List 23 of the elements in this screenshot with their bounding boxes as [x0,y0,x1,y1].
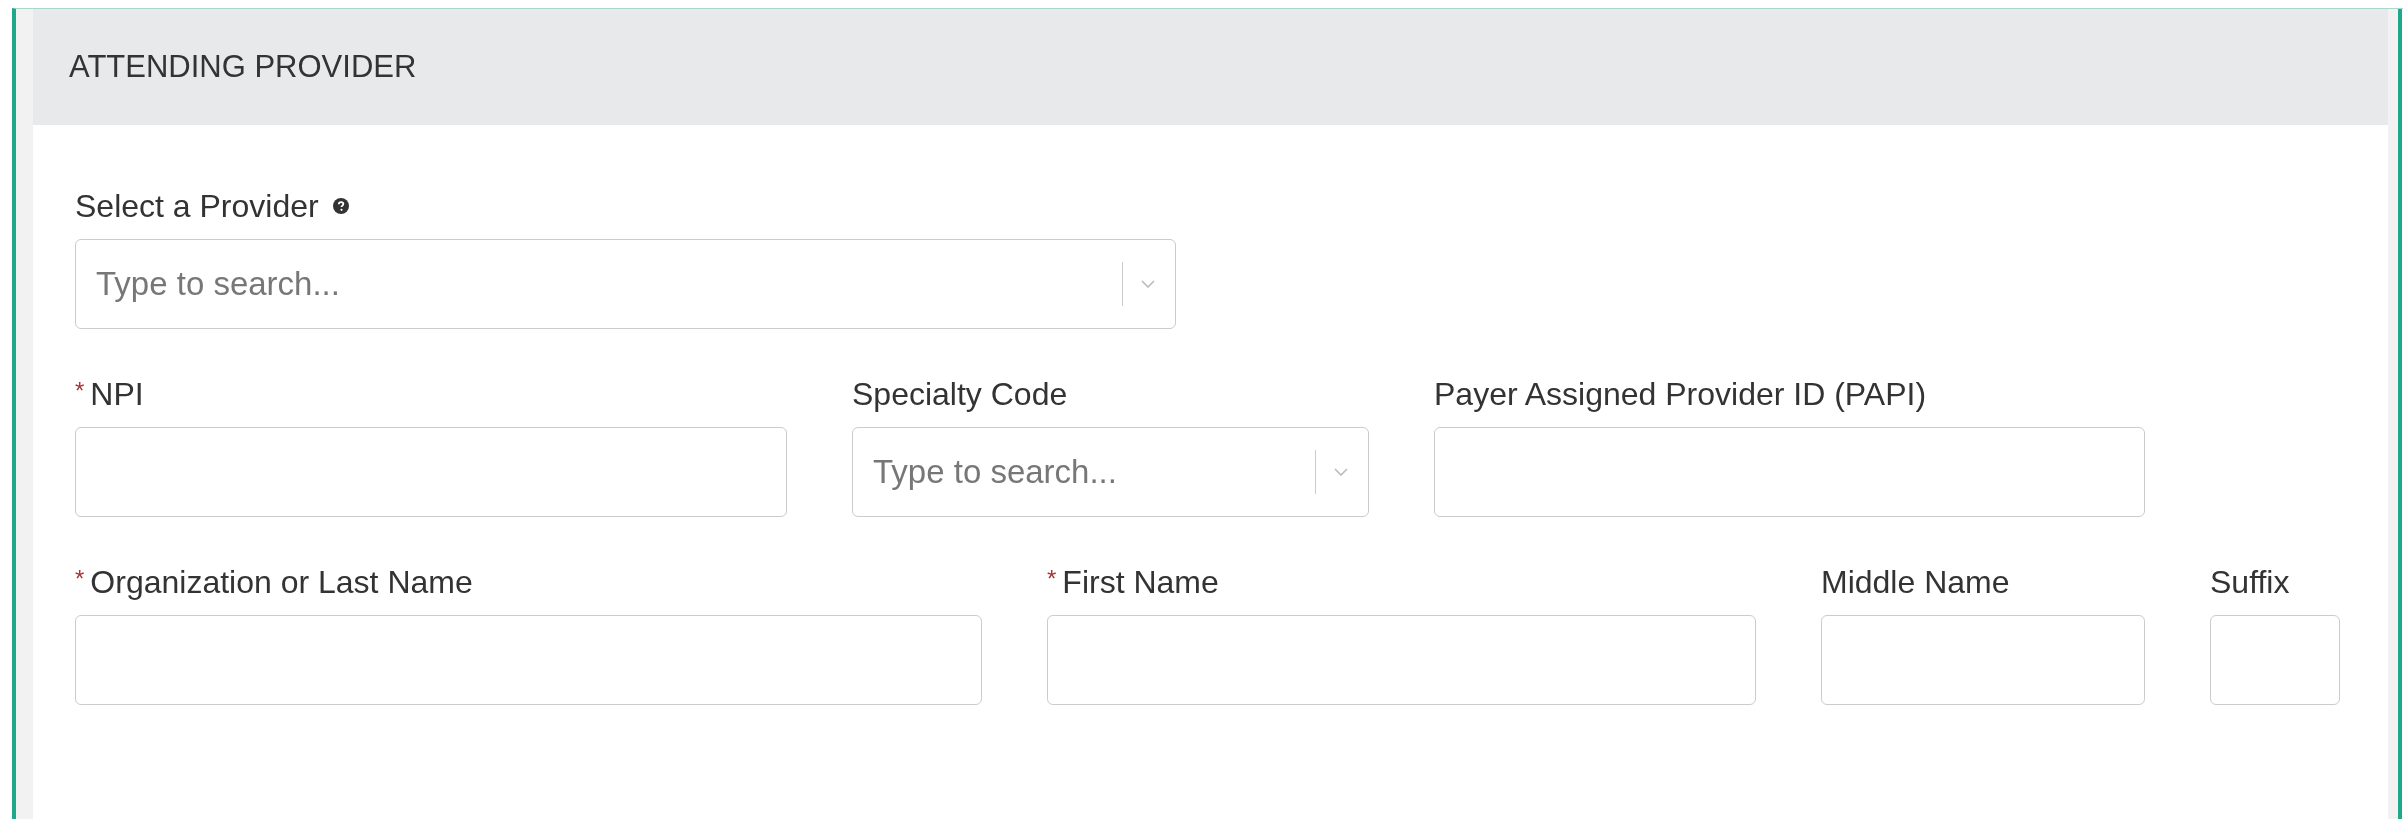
field-label: Select a Provider [75,187,319,225]
input-field[interactable] [75,427,787,517]
required-marker: * [75,377,85,405]
chevron-down-icon[interactable] [1141,280,1155,288]
required-marker: * [75,565,85,593]
input-field[interactable] [2210,615,2340,705]
field-label: Organization or Last Name [90,563,473,601]
field-label: First Name [1062,563,1219,601]
search-select[interactable]: Type to search... [852,427,1369,517]
section-title: ATTENDING PROVIDER [69,49,417,85]
field-label: Suffix [2210,563,2290,601]
field-label: NPI [90,375,144,413]
input-field[interactable] [1821,615,2145,705]
input-field[interactable] [1434,427,2145,517]
field-label: Payer Assigned Provider ID (PAPI) [1434,375,1927,413]
required-marker: * [1047,565,1057,593]
chevron-down-icon[interactable] [1334,468,1348,476]
help-icon[interactable] [332,198,349,214]
input-field[interactable] [75,615,982,705]
search-select[interactable]: Type to search... [75,239,1176,329]
input-field[interactable] [1047,615,1756,705]
field-label: Middle Name [1821,563,2010,601]
field-label: Specialty Code [852,375,1068,413]
